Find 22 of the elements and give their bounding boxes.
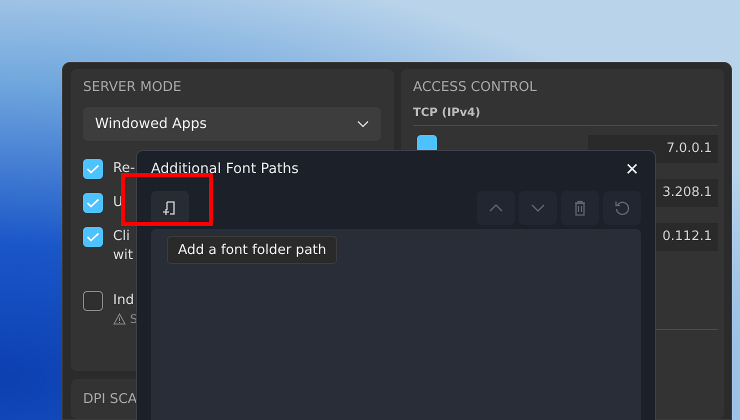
checkmark-icon [86,164,100,174]
checkbox[interactable] [83,193,103,213]
reset-icon [613,199,631,217]
checkmark-icon [86,232,100,242]
option-label: wit [113,246,134,265]
checkbox[interactable] [83,159,103,179]
checkbox[interactable] [83,291,103,311]
dialog-title: Additional Font Paths [151,161,299,177]
panel-title: ACCESS CONTROL [413,79,538,95]
checkbox[interactable] [83,227,103,247]
section-heading: TCP (IPv4) [413,105,482,119]
option-label: Re- [113,159,135,178]
add-folder-button[interactable] [151,191,189,225]
panel-title: DPI SCA [83,391,138,407]
chevron-down-icon [357,120,369,128]
warning-icon [113,313,126,325]
option-label: Cli [113,227,131,246]
mode-dropdown[interactable]: Windowed Apps [83,107,381,141]
option-label: Ind [113,291,136,310]
checkmark-icon [86,198,100,208]
panel-title: SERVER MODE [83,79,182,95]
tooltip: Add a font folder path [167,236,338,264]
